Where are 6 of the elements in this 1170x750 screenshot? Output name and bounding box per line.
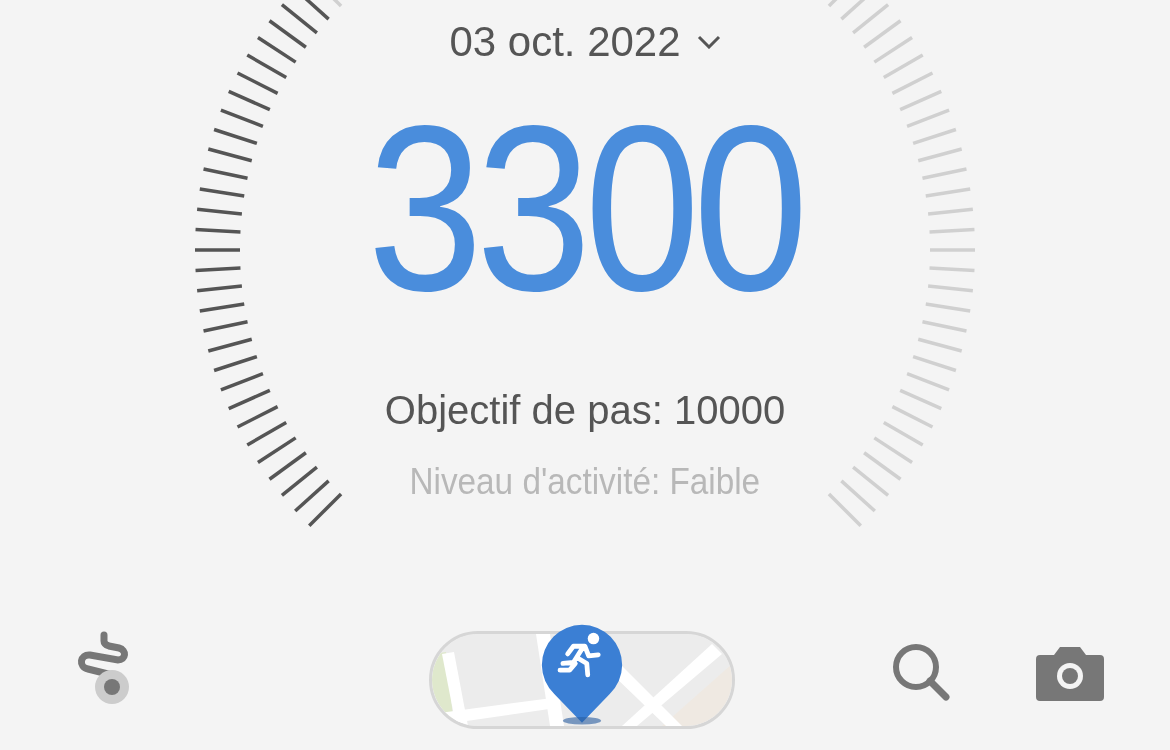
- search-icon[interactable]: [890, 641, 952, 703]
- chevron-down-icon: [696, 35, 721, 49]
- step-goal: Objectif de pas: 10000: [384, 388, 786, 433]
- activity-level: Niveau d'activité: Faible: [409, 461, 761, 503]
- date-picker[interactable]: 03 oct. 2022: [441, 14, 729, 70]
- step-count: 3300: [368, 90, 802, 326]
